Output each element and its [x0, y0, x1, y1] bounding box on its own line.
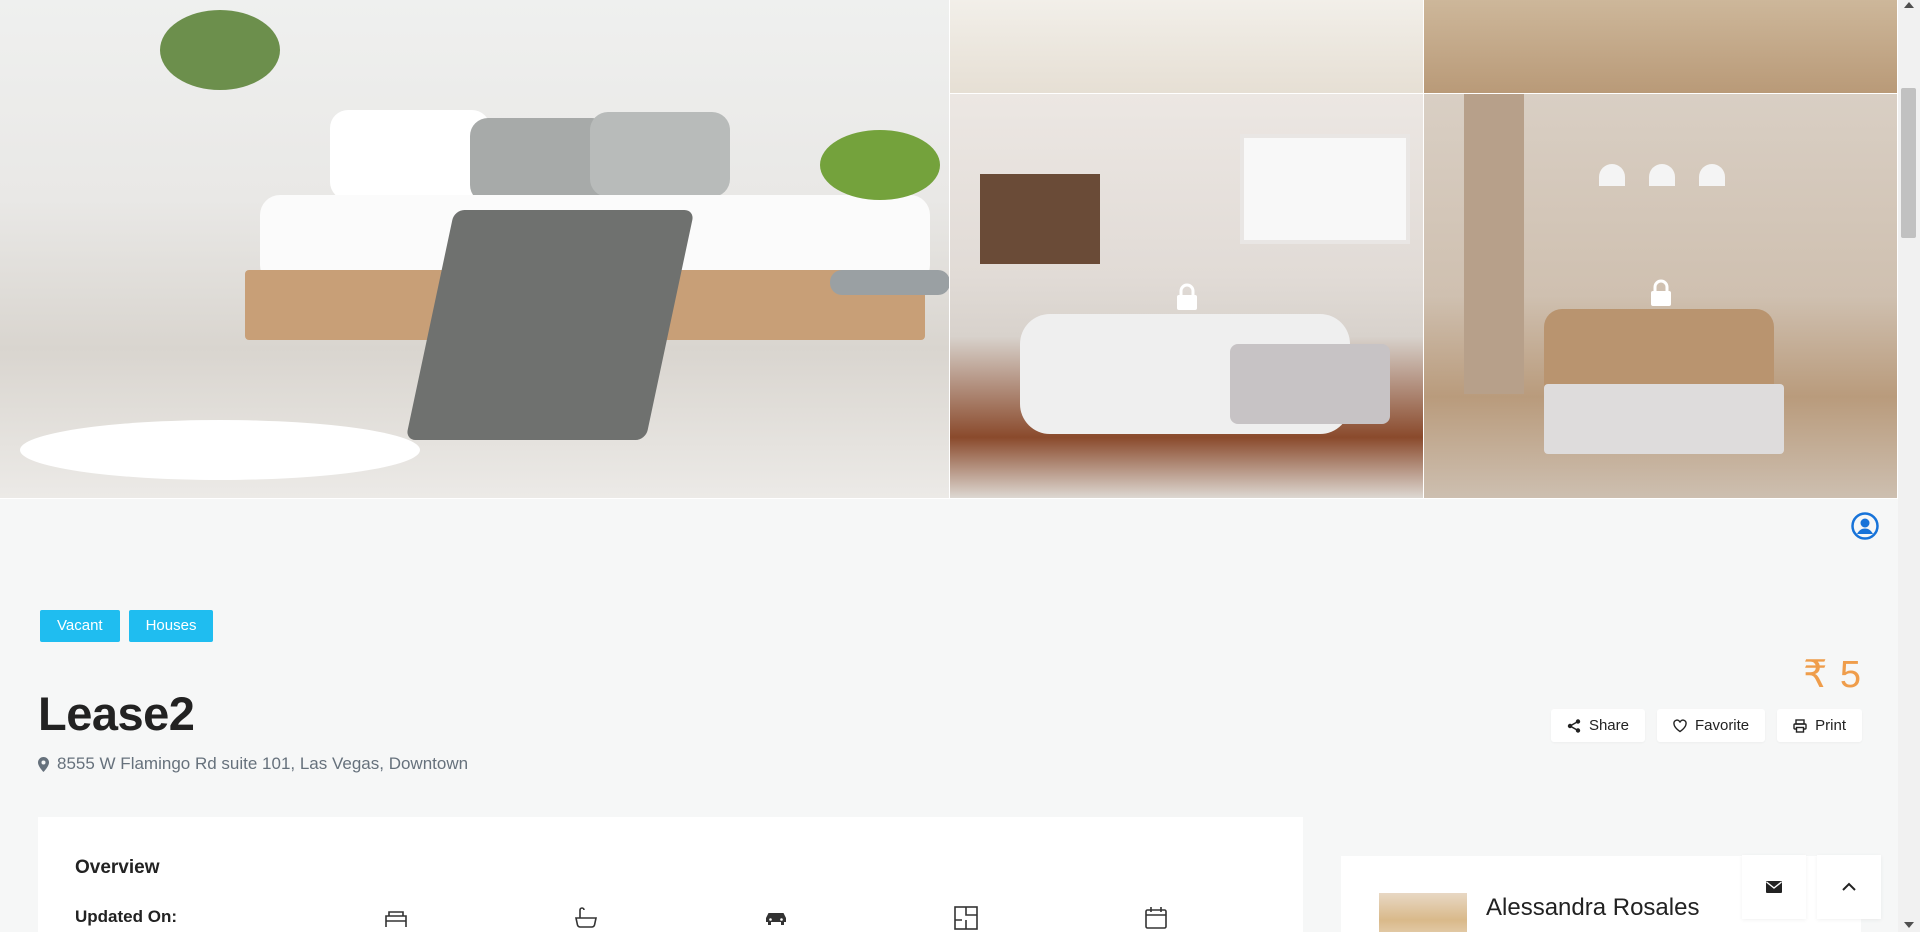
- contact-mail-button[interactable]: [1742, 855, 1806, 919]
- cabinets-decor: [980, 174, 1100, 264]
- user-account-icon[interactable]: [1851, 512, 1879, 540]
- share-label: Share: [1588, 717, 1629, 734]
- scroll-to-top-button[interactable]: [1817, 855, 1881, 919]
- print-label: Print: [1815, 717, 1846, 734]
- bed-icon: [383, 905, 409, 931]
- table-decor: [1544, 384, 1784, 454]
- lock-icon: [1648, 278, 1674, 308]
- overview-title: Overview: [75, 857, 160, 878]
- rug-decor: [20, 420, 420, 480]
- scroll-up-arrow-icon[interactable]: [1904, 2, 1914, 8]
- tag-type[interactable]: Houses: [128, 610, 214, 642]
- overview-card: Overview Updated On:: [38, 817, 1303, 932]
- blanket-decor: [405, 210, 695, 440]
- plant-decor: [160, 10, 280, 90]
- ottoman-decor: [1230, 344, 1390, 424]
- agent-avatar[interactable]: [1379, 893, 1467, 932]
- gallery-main-photo[interactable]: [0, 0, 950, 499]
- updated-on-label: Updated On:: [75, 907, 177, 926]
- print-button[interactable]: Print: [1777, 709, 1862, 742]
- floor-plan-icon: [953, 905, 979, 931]
- windows-decor: [1240, 134, 1410, 244]
- property-price: ₹ 5: [1803, 654, 1862, 696]
- address-text: 8555 W Flamingo Rd suite 101, Las Vegas,…: [57, 754, 469, 773]
- bath-icon: [573, 905, 599, 931]
- heart-icon: [1673, 718, 1687, 732]
- share-button[interactable]: Share: [1550, 709, 1645, 742]
- property-gallery: [0, 0, 1898, 499]
- gallery-photo-dining[interactable]: [950, 0, 1424, 94]
- agent-name[interactable]: Alessandra Rosales: [1486, 894, 1699, 922]
- property-actions: Share Favorite Print: [1550, 709, 1862, 742]
- printer-icon: [1793, 718, 1807, 733]
- property-tags: Vacant Houses: [40, 610, 214, 642]
- chevron-up-icon: [1842, 882, 1856, 891]
- map-pin-icon: [38, 756, 49, 772]
- scroll-down-arrow-icon[interactable]: [1904, 922, 1914, 928]
- calendar-icon: [1143, 905, 1169, 931]
- pillow-decor: [590, 112, 730, 197]
- gallery-photo-living-room[interactable]: [950, 94, 1424, 499]
- curtain-decor: [1464, 94, 1524, 394]
- pillow-decor: [470, 118, 610, 203]
- gallery-photo-lounge[interactable]: [1424, 94, 1898, 499]
- envelope-icon: [1766, 881, 1782, 893]
- scroll-thumb[interactable]: [1901, 88, 1916, 238]
- overview-features: [383, 905, 1169, 931]
- lamp-decor: [1599, 164, 1625, 186]
- favorite-button[interactable]: Favorite: [1656, 709, 1766, 742]
- favorite-label: Favorite: [1694, 717, 1750, 734]
- page-scrollbar[interactable]: [1898, 0, 1920, 932]
- tag-status[interactable]: Vacant: [40, 610, 120, 642]
- property-address: 8555 W Flamingo Rd suite 101, Las Vegas,…: [38, 754, 468, 774]
- lock-icon: [1174, 282, 1200, 312]
- stool-decor: [830, 270, 949, 295]
- car-icon: [763, 905, 789, 931]
- pillow-decor: [330, 110, 490, 200]
- gallery-photo-table[interactable]: [1424, 0, 1898, 94]
- property-title: Lease2: [38, 687, 195, 740]
- share-icon: [1567, 718, 1581, 733]
- plant-decor: [820, 130, 940, 200]
- lamp-decor: [1649, 164, 1675, 186]
- lamp-decor: [1699, 164, 1725, 186]
